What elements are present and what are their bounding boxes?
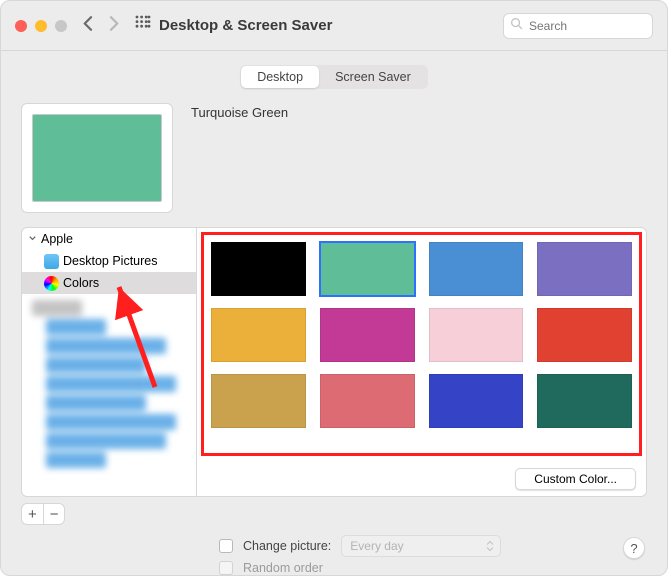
color-grid: [197, 228, 646, 436]
preview-row: Turquoise Green: [21, 103, 647, 213]
color-swatch[interactable]: [320, 308, 415, 362]
forward-button: [106, 16, 121, 36]
titlebar: Desktop & Screen Saver: [1, 1, 667, 51]
color-swatch[interactable]: [429, 242, 524, 296]
help-button[interactable]: ?: [623, 537, 645, 559]
tab-bar: Desktop Screen Saver: [1, 65, 667, 89]
window-title: Desktop & Screen Saver: [159, 17, 332, 34]
disclosure-triangle-icon[interactable]: [28, 232, 37, 246]
picker-area: Apple Desktop Pictures Colors: [21, 227, 647, 525]
sidebar-redacted: [22, 300, 196, 468]
change-picture-row: Change picture: Every day: [219, 535, 647, 557]
color-swatch[interactable]: [320, 242, 415, 296]
sidebar-item-label: Desktop Pictures: [63, 254, 157, 268]
show-all-icon[interactable]: [135, 15, 151, 36]
up-down-caret-icon: [486, 540, 494, 552]
add-remove-source: + −: [21, 503, 65, 525]
custom-color-button[interactable]: Custom Color...: [515, 468, 636, 490]
nav-buttons: [81, 16, 121, 36]
color-swatch[interactable]: [537, 308, 632, 362]
color-swatch[interactable]: [537, 374, 632, 428]
back-button[interactable]: [81, 16, 96, 36]
tab-desktop[interactable]: Desktop: [241, 66, 319, 88]
search-icon: [510, 17, 523, 35]
desktop-preview: [21, 103, 173, 213]
sidebar-column: Apple Desktop Pictures Colors: [21, 227, 197, 525]
random-order-row: Random order: [219, 561, 647, 575]
search-input[interactable]: [527, 18, 668, 34]
add-source-button[interactable]: +: [22, 504, 44, 524]
sidebar-item-colors[interactable]: Colors: [22, 272, 196, 294]
search-field[interactable]: [503, 13, 653, 39]
tab-screensaver[interactable]: Screen Saver: [319, 66, 427, 88]
change-interval-select: Every day: [341, 535, 501, 557]
color-swatch[interactable]: [211, 242, 306, 296]
color-wheel-icon: [44, 276, 59, 291]
random-order-label: Random order: [243, 561, 323, 575]
sidebar-group-label: Apple: [41, 232, 73, 246]
window-controls: [15, 20, 67, 32]
color-swatch[interactable]: [211, 374, 306, 428]
color-grid-panel: Custom Color...: [197, 227, 647, 497]
change-picture-label: Change picture:: [243, 539, 331, 553]
help-icon: ?: [630, 541, 637, 556]
change-interval-value: Every day: [350, 539, 403, 553]
segmented-control: Desktop Screen Saver: [240, 65, 428, 89]
preview-swatch: [32, 114, 162, 202]
change-picture-checkbox[interactable]: [219, 539, 233, 553]
content-panel: Turquoise Green Apple Desktop Pictures: [21, 103, 647, 575]
sidebar-item-label: Colors: [63, 276, 99, 290]
minimize-window-button[interactable]: [35, 20, 47, 32]
folder-icon: [44, 254, 59, 269]
source-sidebar: Apple Desktop Pictures Colors: [21, 227, 197, 497]
close-window-button[interactable]: [15, 20, 27, 32]
random-order-checkbox: [219, 561, 233, 575]
remove-source-button[interactable]: −: [44, 504, 65, 524]
color-swatch[interactable]: [429, 308, 524, 362]
color-swatch[interactable]: [320, 374, 415, 428]
prefs-window: Desktop & Screen Saver Desktop Screen Sa…: [0, 0, 668, 576]
current-wallpaper-name: Turquoise Green: [191, 103, 288, 120]
color-swatch[interactable]: [211, 308, 306, 362]
sidebar-group-apple[interactable]: Apple: [22, 228, 196, 250]
color-swatch[interactable]: [537, 242, 632, 296]
zoom-window-button[interactable]: [55, 20, 67, 32]
color-swatch[interactable]: [429, 374, 524, 428]
sidebar-item-desktop-pictures[interactable]: Desktop Pictures: [22, 250, 196, 272]
